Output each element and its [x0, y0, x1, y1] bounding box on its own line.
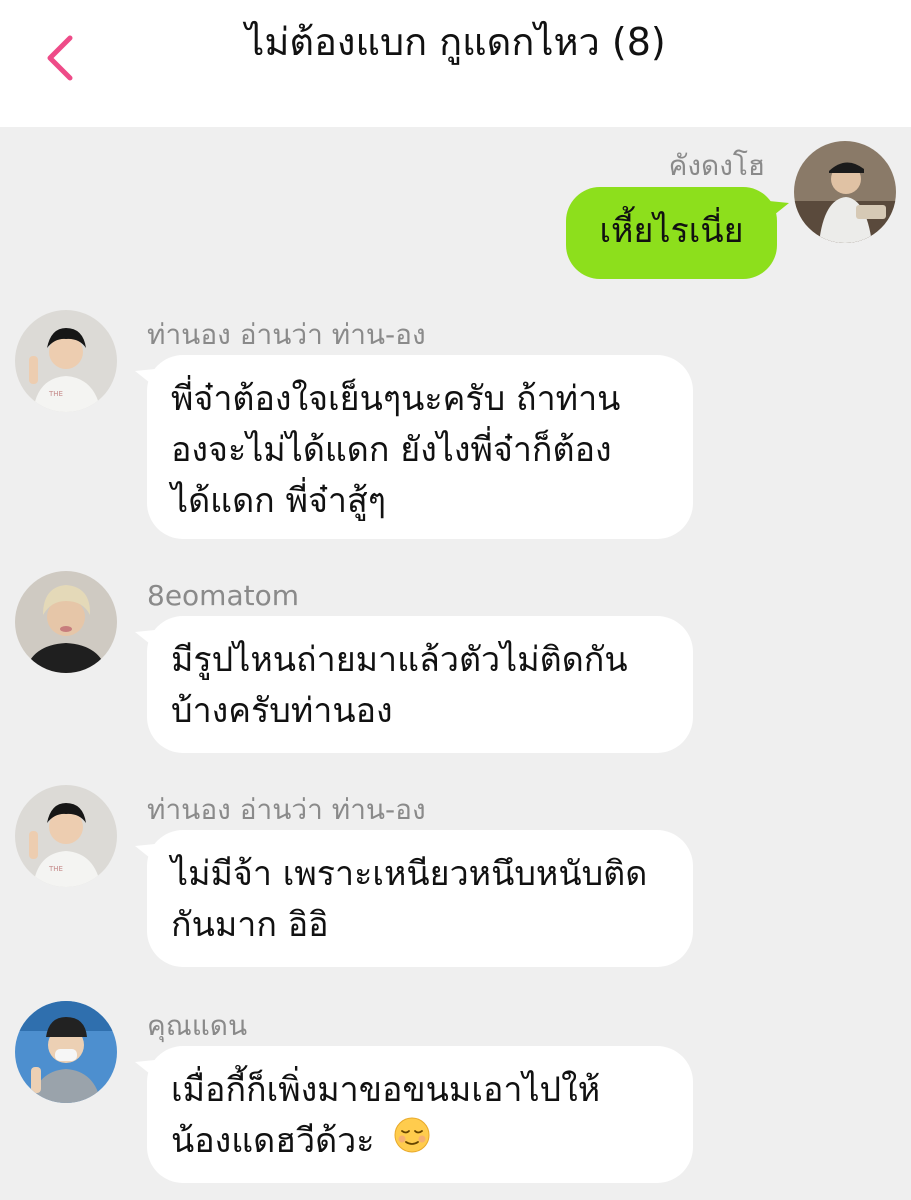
- message-bubble[interactable]: พี่จ๋าต้องใจเย็นๆนะครับ ถ้าท่าน องจะไม่ไ…: [135, 355, 693, 539]
- message-line: ได้แดก พี่จ๋าสู้ๆ: [171, 481, 387, 521]
- message-bubble[interactable]: มีรูปไหนถ่ายมาแล้วตัวไม่ติดกัน บ้างครับท…: [135, 616, 693, 753]
- avatar[interactable]: [15, 571, 117, 673]
- bubble-tail: [135, 1060, 155, 1078]
- message-bubble[interactable]: ไม่มีจ้า เพราะเหนียวหนึบหนับติด กันมาก อ…: [135, 830, 693, 967]
- message-line: พี่จ๋าต้องใจเย็นๆนะครับ ถ้าท่าน: [171, 379, 621, 419]
- message-line: มีรูปไหนถ่ายมาแล้วตัวไม่ติดกัน: [171, 640, 628, 680]
- bubble-tail: [135, 630, 155, 648]
- avatar[interactable]: THE: [15, 785, 117, 887]
- relieved-face-icon: [393, 1116, 431, 1169]
- avatar-photo: [794, 141, 896, 243]
- avatar[interactable]: THE: [15, 310, 117, 412]
- avatar-photo: [15, 571, 117, 673]
- message-line: บ้างครับท่านอง: [171, 691, 393, 731]
- sender-name: คังดงโฮ: [668, 149, 765, 182]
- svg-text:THE: THE: [48, 865, 63, 873]
- svg-text:THE: THE: [48, 390, 63, 398]
- sender-name: 8eomatom: [147, 579, 299, 612]
- chat-title: ไม่ต้องแบก กูแดกไหว (8): [245, 20, 666, 64]
- message-text: เหี้ยไรเนี่ย: [599, 211, 744, 251]
- avatar-photo: [15, 1001, 117, 1103]
- message-line: ไม่มีจ้า เพราะเหนียวหนึบหนับติด: [171, 854, 648, 894]
- message-line: กันมาก อิอิ: [171, 905, 329, 945]
- bubble-tail: [135, 844, 155, 862]
- message-line: องจะไม่ได้แดก ยังไงพี่จ๋าก็ต้อง: [171, 430, 612, 470]
- avatar-photo: THE: [15, 310, 117, 412]
- sender-name: ท่านอง อ่านว่า ท่าน-อง: [147, 318, 426, 351]
- sender-name: คุณแดน: [147, 1009, 248, 1042]
- message-bubble[interactable]: เมื่อกี้ก็เพิ่งมาขอขนมเอาไปให้ น้องแดฮวี…: [135, 1046, 693, 1183]
- avatar-photo: THE: [15, 785, 117, 887]
- sender-name: ท่านอง อ่านว่า ท่าน-อง: [147, 793, 426, 826]
- message-bubble-outgoing[interactable]: เหี้ยไรเนี่ย: [566, 187, 789, 279]
- avatar[interactable]: [15, 1001, 117, 1103]
- message-line: เมื่อกี้ก็เพิ่งมาขอขนมเอาไปให้: [171, 1070, 601, 1110]
- bubble-tail: [135, 369, 155, 387]
- bubble-tail: [769, 201, 789, 219]
- avatar[interactable]: [794, 141, 896, 243]
- chat-header: ไม่ต้องแบก กูแดกไหว (8): [0, 0, 911, 127]
- message-line: น้องแดฮวีด้วะ: [171, 1121, 375, 1161]
- message-line-with-emoji: น้องแดฮวีด้วะ: [171, 1116, 667, 1169]
